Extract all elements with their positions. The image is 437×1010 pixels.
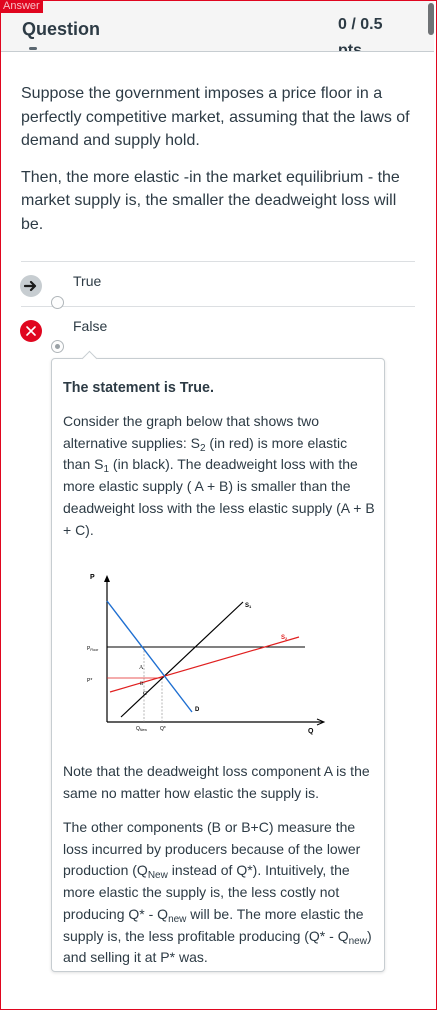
subscript: new [168, 913, 187, 925]
points-unit: pts [338, 42, 362, 52]
feedback-box: The statement is True. Consider the grap… [51, 358, 385, 972]
pstar-label: P* [87, 678, 92, 684]
scrollbar[interactable] [428, 3, 434, 35]
feedback-paragraph-1: Consider the graph below that shows two … [63, 411, 375, 541]
answer-radio-false[interactable] [51, 340, 64, 353]
points-value: 0 / 0.5 [338, 16, 383, 33]
y-axis-label: P [90, 574, 95, 581]
divider [21, 306, 415, 307]
feedback-paragraph-2: Note that the deadweight loss component … [63, 763, 370, 801]
feedback-text: (in black). The deadweight loss with the… [63, 456, 375, 538]
subscript: new [348, 935, 367, 947]
supply-demand-graph: P Q PFloor P* S1 S2 D A B C QNew Q* [87, 574, 326, 735]
x-axis-label: Q [308, 728, 314, 735]
divider [21, 261, 415, 262]
question-title: Question [22, 19, 101, 39]
subscript: New [147, 870, 168, 882]
y-axis-arrow [104, 575, 110, 582]
area-a-label: A [139, 665, 144, 671]
points-score: 0 / 0.5 pts [338, 15, 398, 52]
question-text: Suppose the government imposes a price f… [21, 82, 416, 249]
s1-label: S1 [245, 603, 252, 609]
answer-label-false: False [73, 318, 108, 334]
question-header: Question 0 / 0.5 pts [1, 1, 434, 52]
demand-line [106, 600, 193, 713]
feedback-heading: The statement is True. [63, 380, 214, 396]
qnew-label: QNew [136, 726, 147, 732]
x-icon [20, 320, 42, 342]
answer-radio-true[interactable] [51, 296, 64, 309]
answer-label-true: True [73, 273, 102, 289]
area-c-label: C [143, 691, 147, 697]
question-paragraph-2: Then, the more elastic -in the market eq… [21, 168, 400, 233]
price-floor-label: PFloor [87, 646, 99, 652]
answer-tag: Answer [0, 0, 43, 13]
demand-label: D [195, 707, 200, 713]
feedback-paragraph-3: The other components (B or B+C) measure … [63, 817, 375, 969]
s2-label: S2 [281, 635, 288, 641]
arrow-right-icon [20, 275, 42, 297]
collapse-icon[interactable] [29, 47, 37, 50]
question-paragraph-1: Suppose the government imposes a price f… [21, 85, 410, 149]
qstar-label: Q* [160, 726, 166, 732]
